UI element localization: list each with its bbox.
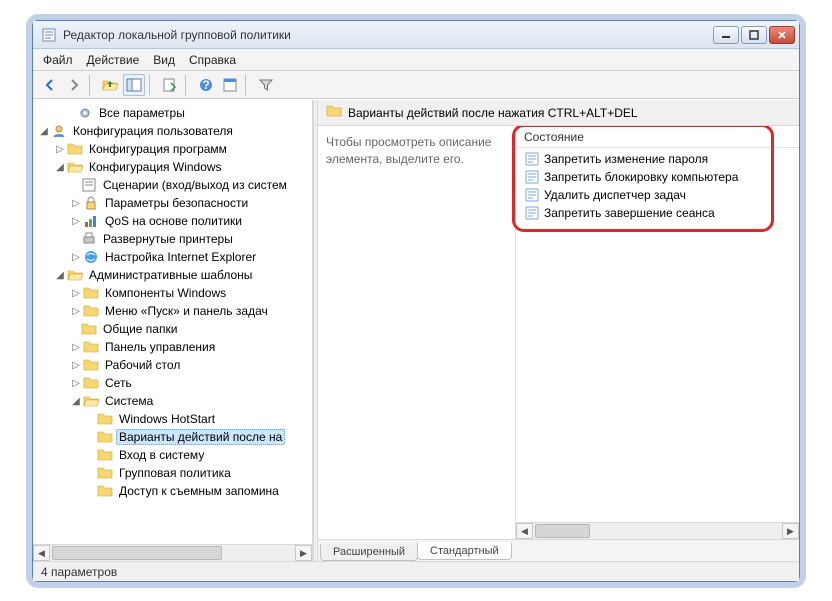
toolbar-separator <box>89 74 95 96</box>
tree-node-gp[interactable]: Групповая политика <box>33 464 312 482</box>
menu-help[interactable]: Справка <box>189 53 236 67</box>
export-list-button[interactable] <box>159 74 181 96</box>
minimize-button[interactable] <box>713 26 739 44</box>
scroll-thumb[interactable] <box>52 546 222 560</box>
filter-button[interactable] <box>255 74 277 96</box>
window-title: Редактор локальной групповой политики <box>63 28 713 42</box>
tree-hscroll[interactable]: ◀ ▶ <box>33 544 312 561</box>
menu-view[interactable]: Вид <box>153 53 175 67</box>
tree-node-control-panel[interactable]: ▷Панель управления <box>33 338 312 356</box>
help-button[interactable]: ? <box>195 74 217 96</box>
tree-pane[interactable]: Все параметры ◢Конфигурация пользователя… <box>33 100 313 561</box>
description-pane: Чтобы просмотреть описание элемента, выд… <box>318 126 516 561</box>
tab-standard[interactable]: Стандартный <box>417 542 512 560</box>
window-frame: Редактор локальной групповой политики Фа… <box>32 20 800 582</box>
tree-node-prog-config[interactable]: ▷Конфигурация программ <box>33 140 312 158</box>
tree-node-system[interactable]: ◢Система <box>33 392 312 410</box>
menu-file[interactable]: Файл <box>43 53 73 67</box>
tree-node-logon[interactable]: Вход в систему <box>33 446 312 464</box>
policy-list[interactable]: Состояние Запретить изменение пароля Зап… <box>516 126 799 561</box>
back-button[interactable] <box>39 74 61 96</box>
forward-button[interactable] <box>63 74 85 96</box>
list-hscroll[interactable]: ◀ ▶ <box>516 522 799 539</box>
scroll-left-button[interactable]: ◀ <box>516 523 533 539</box>
tree-node-all-params[interactable]: Все параметры <box>33 104 312 122</box>
details-header: Варианты действий после нажатия CTRL+ALT… <box>318 100 799 126</box>
close-button[interactable] <box>769 26 795 44</box>
scroll-track[interactable] <box>50 545 295 561</box>
menu-action[interactable]: Действие <box>87 53 140 67</box>
up-button[interactable] <box>99 74 121 96</box>
scroll-track[interactable] <box>533 523 782 539</box>
tree-node-printers[interactable]: Развернутые принтеры <box>33 230 312 248</box>
statusbar: 4 параметров <box>33 561 799 581</box>
scroll-thumb[interactable] <box>535 524 590 538</box>
view-tabs: Расширенный Стандартный <box>318 539 799 561</box>
menubar: Файл Действие Вид Справка <box>33 49 799 71</box>
tree-node-network[interactable]: ▷Сеть <box>33 374 312 392</box>
titlebar[interactable]: Редактор локальной групповой политики <box>33 21 799 49</box>
details-title: Варианты действий после нажатия CTRL+ALT… <box>348 106 638 120</box>
tree-node-qos[interactable]: ▷QoS на основе политики <box>33 212 312 230</box>
svg-text:?: ? <box>202 78 209 92</box>
tree-node-ie[interactable]: ▷Настройка Internet Explorer <box>33 248 312 266</box>
scroll-right-button[interactable]: ▶ <box>782 523 799 539</box>
folder-icon <box>326 103 342 122</box>
tree-node-scripts[interactable]: Сценарии (вход/выход из систем <box>33 176 312 194</box>
tab-extended[interactable]: Расширенный <box>320 544 418 561</box>
scroll-left-button[interactable]: ◀ <box>33 545 50 561</box>
toolbar-separator <box>149 74 155 96</box>
maximize-button[interactable] <box>741 26 767 44</box>
scroll-right-button[interactable]: ▶ <box>295 545 312 561</box>
tree-node-admin-tmpl[interactable]: ◢Административные шаблоны <box>33 266 312 284</box>
tree-node-start-menu[interactable]: ▷Меню «Пуск» и панель задач <box>33 302 312 320</box>
tree-node-user-config[interactable]: ◢Конфигурация пользователя <box>33 122 312 140</box>
highlight-annotation <box>512 126 774 232</box>
tree-node-removable[interactable]: Доступ к съемным запомина <box>33 482 312 500</box>
show-hide-tree-button[interactable] <box>123 74 145 96</box>
tree-node-shared[interactable]: Общие папки <box>33 320 312 338</box>
description-text: Чтобы просмотреть описание элемента, выд… <box>326 135 491 166</box>
tree-node-desktop[interactable]: ▷Рабочий стол <box>33 356 312 374</box>
tree-node-cad-options[interactable]: Варианты действий после на <box>33 428 312 446</box>
tree-node-win-comp[interactable]: ▷Компоненты Windows <box>33 284 312 302</box>
app-icon <box>41 27 57 43</box>
toolbar-separator <box>185 74 191 96</box>
tree-node-sec-params[interactable]: ▷Параметры безопасности <box>33 194 312 212</box>
toolbar-separator <box>245 74 251 96</box>
tree-node-win-config[interactable]: ◢Конфигурация Windows <box>33 158 312 176</box>
details-pane: Варианты действий после нажатия CTRL+ALT… <box>318 100 799 561</box>
toolbar: ? <box>33 71 799 99</box>
tree-node-hotstart[interactable]: Windows HotStart <box>33 410 312 428</box>
status-text: 4 параметров <box>41 565 117 579</box>
properties-button[interactable] <box>219 74 241 96</box>
